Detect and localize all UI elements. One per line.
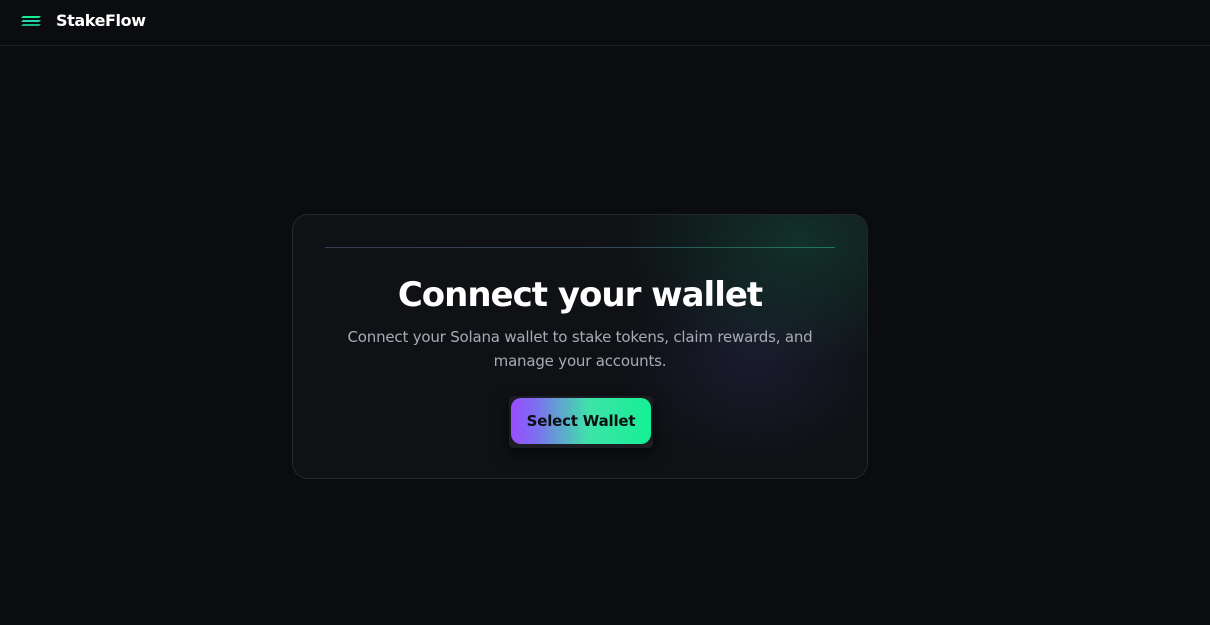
connect-wallet-card: Connect your wallet Connect your Solana … [292,214,868,479]
top-navbar: StakeFlow [0,0,1210,46]
brand-name[interactable]: StakeFlow [56,10,146,32]
card-divider [325,247,835,248]
card-description: Connect your Solana wallet to stake toke… [347,328,813,370]
card-title: Connect your wallet [397,275,763,315]
stakeflow-logo-icon[interactable] [20,15,42,27]
select-wallet-button-wrapper: Select Wallet [509,396,653,448]
select-wallet-button[interactable]: Select Wallet [511,398,651,444]
